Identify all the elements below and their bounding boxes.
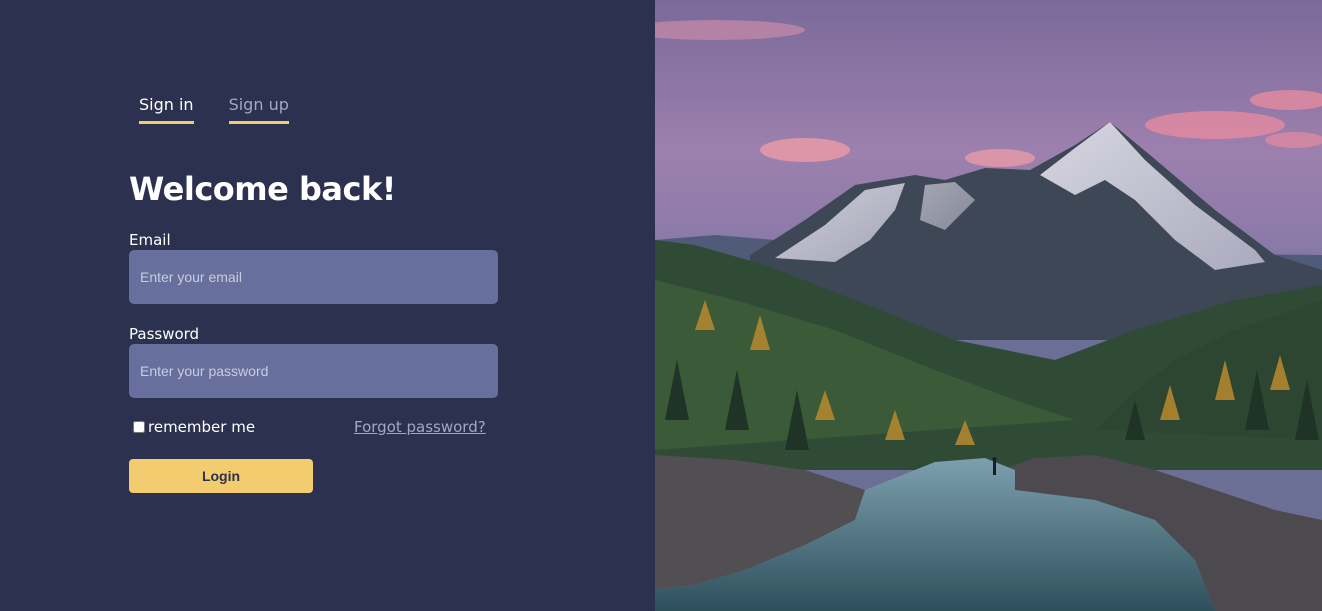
auth-tabs: Sign in Sign up xyxy=(139,95,289,124)
forgot-password-link[interactable]: Forgot password? xyxy=(354,418,486,436)
remember-me-label: remember me xyxy=(148,418,256,436)
login-panel: Sign in Sign up Welcome back! Email Pass… xyxy=(0,0,655,611)
login-button[interactable]: Login xyxy=(129,459,313,493)
tab-sign-in[interactable]: Sign in xyxy=(139,95,194,124)
remember-me-checkbox[interactable] xyxy=(133,421,145,433)
password-field[interactable] xyxy=(129,344,498,398)
email-field[interactable] xyxy=(129,250,498,304)
password-label: Password xyxy=(129,325,200,343)
tab-sign-up[interactable]: Sign up xyxy=(228,95,289,124)
hero-image xyxy=(655,0,1322,611)
mountain-landscape-image xyxy=(655,0,1322,611)
email-label: Email xyxy=(129,231,171,249)
remember-me: remember me xyxy=(133,418,255,436)
page-title: Welcome back! xyxy=(129,170,396,208)
